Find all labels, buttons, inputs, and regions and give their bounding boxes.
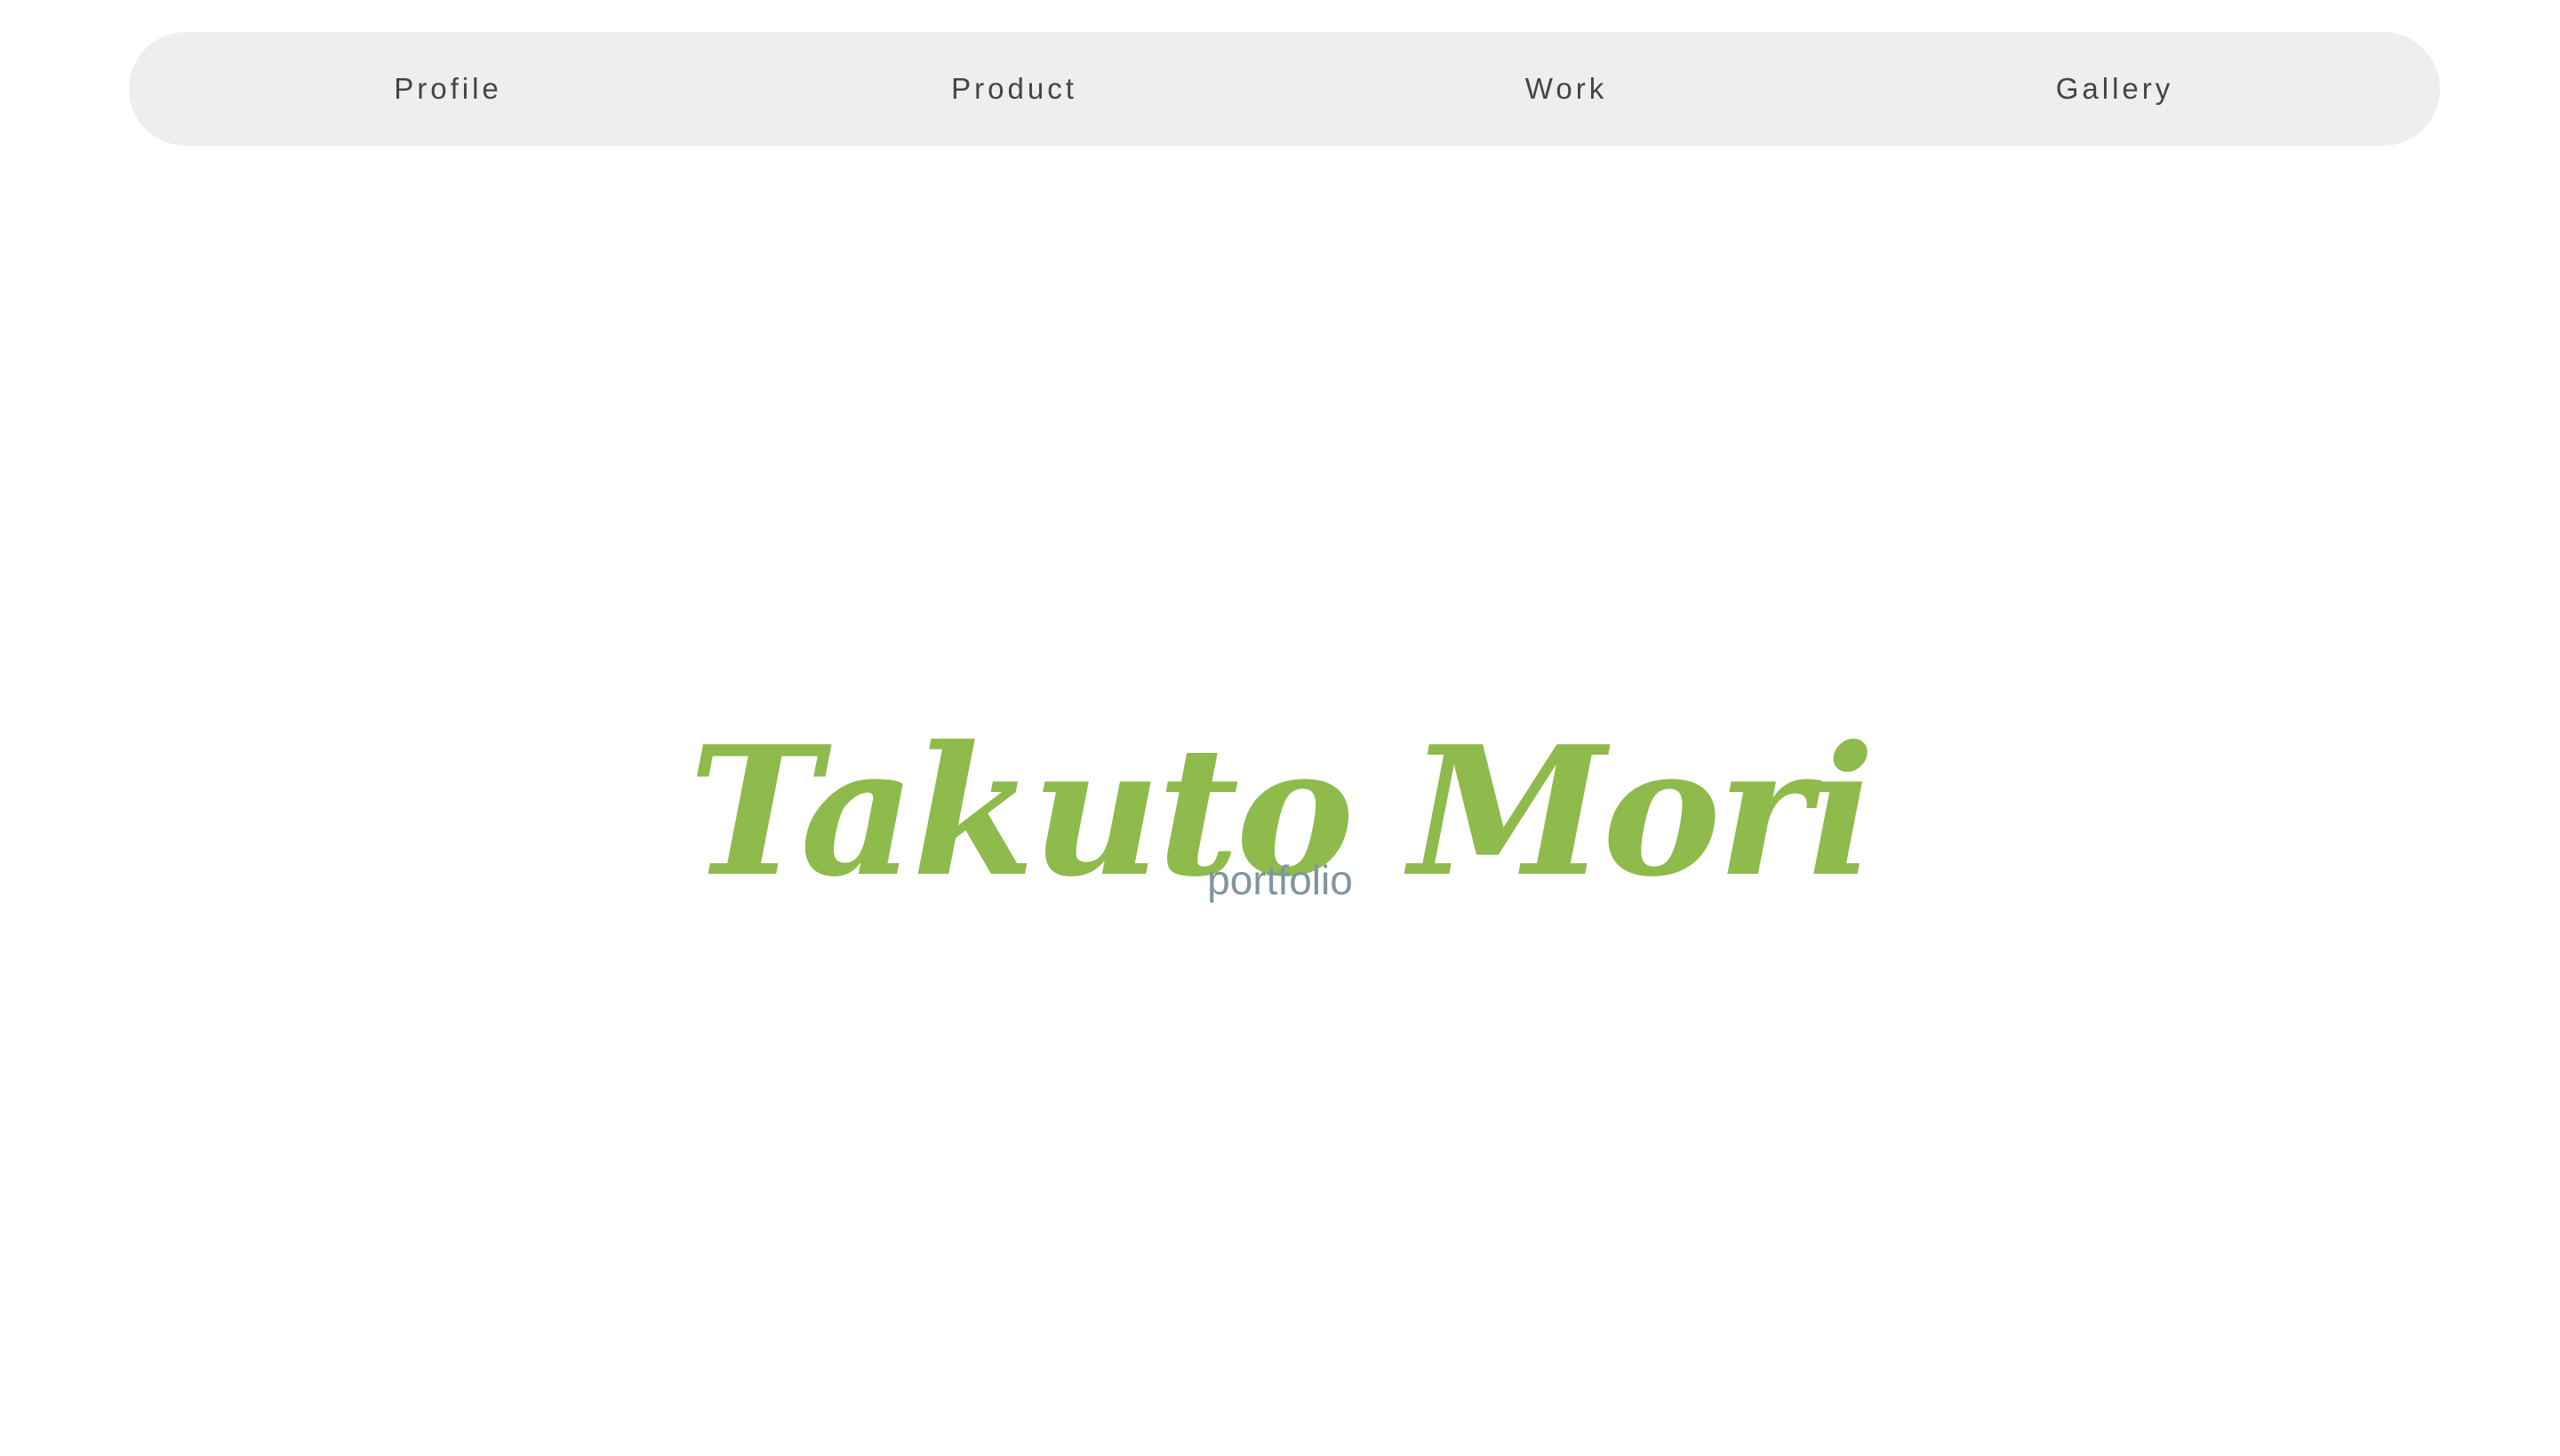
nav-link-gallery[interactable]: Gallery — [2056, 32, 2174, 146]
nav-link-profile[interactable]: Profile — [394, 32, 502, 146]
nav-link-product[interactable]: Product — [951, 32, 1077, 146]
nav-link-work[interactable]: Work — [1525, 32, 1607, 146]
top-nav-bar: Profile Product Work Gallery — [129, 32, 2440, 146]
hero-subtitle: portfolio — [1207, 857, 1353, 903]
